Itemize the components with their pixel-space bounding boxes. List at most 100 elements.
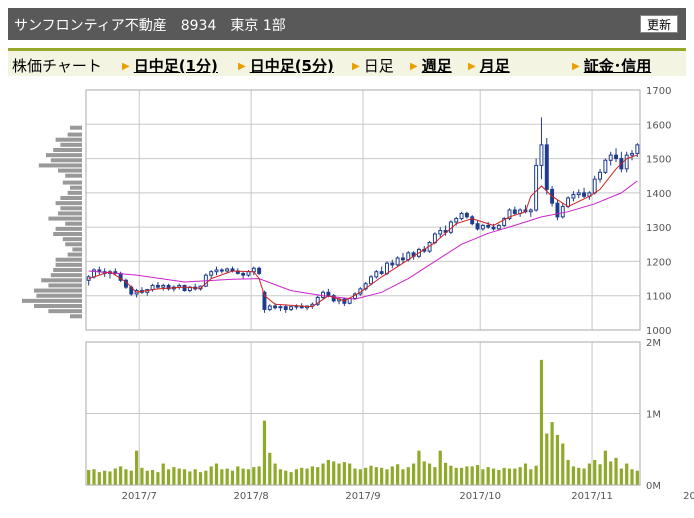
volume-profile-bar xyxy=(41,278,82,283)
volume-bar xyxy=(252,467,256,485)
volume-bar xyxy=(502,467,506,485)
candle-body xyxy=(608,154,613,161)
candle-body xyxy=(278,306,283,309)
volume-profile-bar xyxy=(55,262,82,267)
candle-body xyxy=(214,269,219,273)
volume-profile-bar xyxy=(53,232,82,236)
volume-profile-bar xyxy=(34,304,82,308)
candle-body xyxy=(241,272,246,276)
volume-profile-bar xyxy=(60,206,82,211)
triangle-right-icon: ▶ xyxy=(572,61,580,72)
candle-body xyxy=(544,144,549,190)
candle-body xyxy=(321,291,326,298)
volume-profile-bar xyxy=(50,158,82,163)
volume-bar xyxy=(523,463,528,485)
tab-intraday-5min[interactable]: ▶ 日中足(5分) xyxy=(238,55,334,76)
candle-body xyxy=(464,212,469,218)
volume-profile-bar xyxy=(67,190,82,195)
candle-body xyxy=(603,159,608,173)
tab-monthly[interactable]: ▶ 月足 xyxy=(468,55,510,76)
candle-body xyxy=(630,152,634,156)
candle-body xyxy=(225,268,230,272)
volume-profile-bar xyxy=(65,221,82,226)
candle-body xyxy=(592,178,597,194)
volume-profile-bar xyxy=(46,153,82,158)
tab-label: 週足 xyxy=(421,57,452,75)
candle-body xyxy=(486,224,491,228)
date-tick-label: 2017/8 xyxy=(234,491,269,502)
volume-bar xyxy=(342,462,346,485)
candle-body xyxy=(395,257,400,266)
volume-bar xyxy=(284,470,288,485)
volume-profile-bar xyxy=(67,252,82,257)
tab-intraday-1min[interactable]: ▶ 日中足(1分) xyxy=(122,55,218,76)
volume-tick-label: 0M xyxy=(646,481,661,492)
volume-bar xyxy=(401,469,405,485)
volume-bar xyxy=(182,469,187,485)
volume-bar xyxy=(246,469,251,485)
tab-label: 株価チャート xyxy=(12,57,102,75)
volume-bar xyxy=(566,459,570,485)
candle-body xyxy=(614,154,618,160)
candle-body xyxy=(155,284,160,288)
tab-label: 月足 xyxy=(479,57,510,75)
date-tick-label: 2017/7 xyxy=(122,491,157,502)
candle-body xyxy=(480,224,485,230)
tab-label: 日足 xyxy=(363,57,394,75)
volume-bar xyxy=(369,465,373,485)
volume-bar xyxy=(230,470,235,485)
volume-bar xyxy=(555,434,560,485)
candle-body xyxy=(267,305,272,310)
volume-bar xyxy=(465,466,469,485)
volume-bar xyxy=(481,469,485,485)
volume-bar xyxy=(188,471,192,485)
volume-profile-bar xyxy=(62,180,82,185)
candle-body xyxy=(475,223,480,230)
volume-bar xyxy=(513,468,517,485)
price-tick-label: 1100 xyxy=(646,292,671,303)
date-tick-label: 2017/10 xyxy=(459,491,501,502)
volume-bar xyxy=(587,463,591,485)
volume-bar xyxy=(619,468,623,485)
volume-bar xyxy=(262,420,267,485)
candle-body xyxy=(576,192,581,196)
volume-bar xyxy=(161,463,165,485)
volume-bar xyxy=(406,467,410,485)
volume-bar xyxy=(614,457,618,485)
volume-bar xyxy=(177,468,181,485)
triangle-right-icon: ▶ xyxy=(410,61,418,72)
volume-bar xyxy=(358,469,362,485)
header-bar: サンフロンティア不動産 8934 東京 1部 更新 xyxy=(8,8,686,40)
candle-body xyxy=(161,284,166,288)
volume-bar xyxy=(348,463,352,485)
volume-bar xyxy=(225,468,229,485)
volume-bar xyxy=(374,467,378,485)
candle-body xyxy=(635,144,640,154)
volume-bar xyxy=(268,452,272,485)
date-tick-label: 2017/9 xyxy=(345,491,380,502)
volume-profile-bar xyxy=(48,216,82,221)
volume-bar xyxy=(156,472,160,485)
volume-bar xyxy=(507,468,512,485)
refresh-button[interactable]: 更新 xyxy=(639,15,678,33)
volume-profile-bar xyxy=(34,288,82,293)
candle-body xyxy=(566,197,571,208)
volume-bar xyxy=(550,422,554,485)
triangle-right-icon: ▶ xyxy=(468,61,476,72)
tab-margin-credit[interactable]: ▶ 証金･信用 xyxy=(572,55,651,76)
volume-bar xyxy=(97,472,101,485)
date-tick-label: 2017/11 xyxy=(571,491,613,502)
volume-bar xyxy=(433,467,437,485)
candle-body xyxy=(374,271,379,278)
volume-profile-bar xyxy=(48,283,82,288)
candle-body xyxy=(273,305,278,309)
volume-profile-bar xyxy=(65,173,82,178)
volume-profile-bar xyxy=(72,247,82,252)
volume-profile-bar xyxy=(58,211,82,216)
volume-bar xyxy=(539,359,544,485)
candle-body xyxy=(379,271,384,274)
volume-bar xyxy=(294,469,299,485)
volume-bar xyxy=(119,466,123,485)
axis-labels: 1700 1600 1500 1400 1300 1200 1100 10002M 1M 0M 20… xyxy=(122,86,694,502)
tab-weekly[interactable]: ▶ 週足 xyxy=(410,55,452,76)
